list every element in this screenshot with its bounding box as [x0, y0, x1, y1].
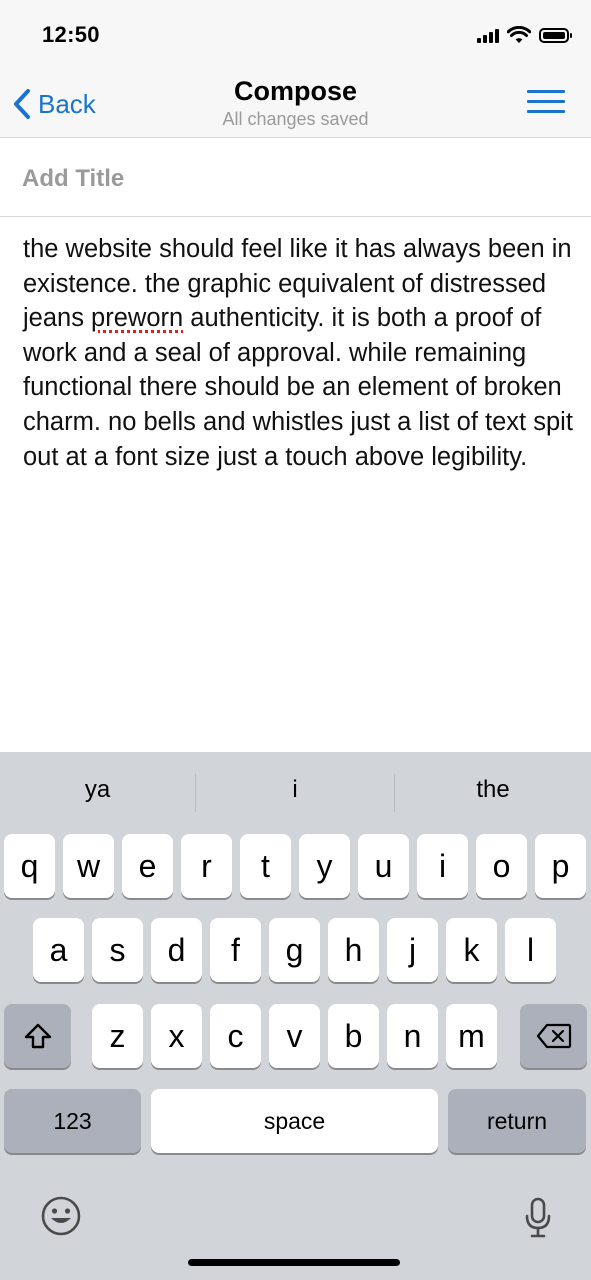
cellular-signal-icon: [477, 27, 499, 43]
key-i[interactable]: i: [417, 834, 468, 898]
page-title: Compose: [233, 76, 358, 106]
key-a[interactable]: a: [33, 918, 84, 982]
microphone-icon[interactable]: [522, 1196, 554, 1240]
return-key[interactable]: return: [448, 1089, 586, 1153]
key-l[interactable]: l: [505, 918, 556, 982]
key-y[interactable]: y: [299, 834, 350, 898]
prediction-suggestion[interactable]: ya: [0, 776, 195, 812]
key-r[interactable]: r: [181, 834, 232, 898]
key-n[interactable]: n: [387, 1004, 438, 1068]
key-t[interactable]: t: [240, 834, 291, 898]
title-input[interactable]: [22, 165, 562, 193]
key-v[interactable]: v: [269, 1004, 320, 1068]
battery-icon: [539, 27, 572, 43]
home-indicator[interactable]: [188, 1259, 400, 1266]
key-u[interactable]: u: [358, 834, 409, 898]
key-d[interactable]: d: [151, 918, 202, 982]
key-f[interactable]: f: [210, 918, 261, 982]
key-z[interactable]: z: [92, 1004, 143, 1068]
prediction-suggestion[interactable]: i: [196, 776, 394, 812]
key-c[interactable]: c: [210, 1004, 261, 1068]
wifi-icon: [507, 26, 531, 43]
delete-key[interactable]: [520, 1004, 587, 1068]
hamburger-menu-icon[interactable]: [527, 90, 565, 114]
backspace-icon: [536, 1023, 571, 1049]
top-bar: 12:50 Back Compose All changes saved: [0, 0, 591, 138]
key-o[interactable]: o: [476, 834, 527, 898]
misspelled-word[interactable]: preworn: [91, 304, 183, 332]
numbers-key[interactable]: 123: [4, 1089, 141, 1153]
key-k[interactable]: k: [446, 918, 497, 982]
key-s[interactable]: s: [92, 918, 143, 982]
shift-icon: [24, 1023, 51, 1049]
save-status: All changes saved: [222, 109, 369, 129]
key-b[interactable]: b: [328, 1004, 379, 1068]
key-q[interactable]: q: [4, 834, 55, 898]
prediction-bar: ya i the: [0, 752, 591, 836]
body-text-area[interactable]: the website should feel like it has alwa…: [23, 232, 579, 474]
prediction-suggestion[interactable]: the: [395, 776, 591, 812]
space-key[interactable]: space: [151, 1089, 438, 1153]
key-g[interactable]: g: [269, 918, 320, 982]
title-field-container: [0, 139, 591, 217]
status-icons: [477, 24, 572, 46]
status-time: 12:50: [42, 22, 100, 47]
key-j[interactable]: j: [387, 918, 438, 982]
key-m[interactable]: m: [446, 1004, 497, 1068]
shift-key[interactable]: [4, 1004, 71, 1068]
key-p[interactable]: p: [535, 834, 586, 898]
key-x[interactable]: x: [151, 1004, 202, 1068]
keyboard: ya i the q w e r t y u i o p a s d f g h…: [0, 752, 591, 1280]
emoji-icon[interactable]: [40, 1195, 82, 1237]
key-w[interactable]: w: [63, 834, 114, 898]
key-e[interactable]: e: [122, 834, 173, 898]
nav-title-group: Compose All changes saved: [0, 76, 591, 130]
key-h[interactable]: h: [328, 918, 379, 982]
